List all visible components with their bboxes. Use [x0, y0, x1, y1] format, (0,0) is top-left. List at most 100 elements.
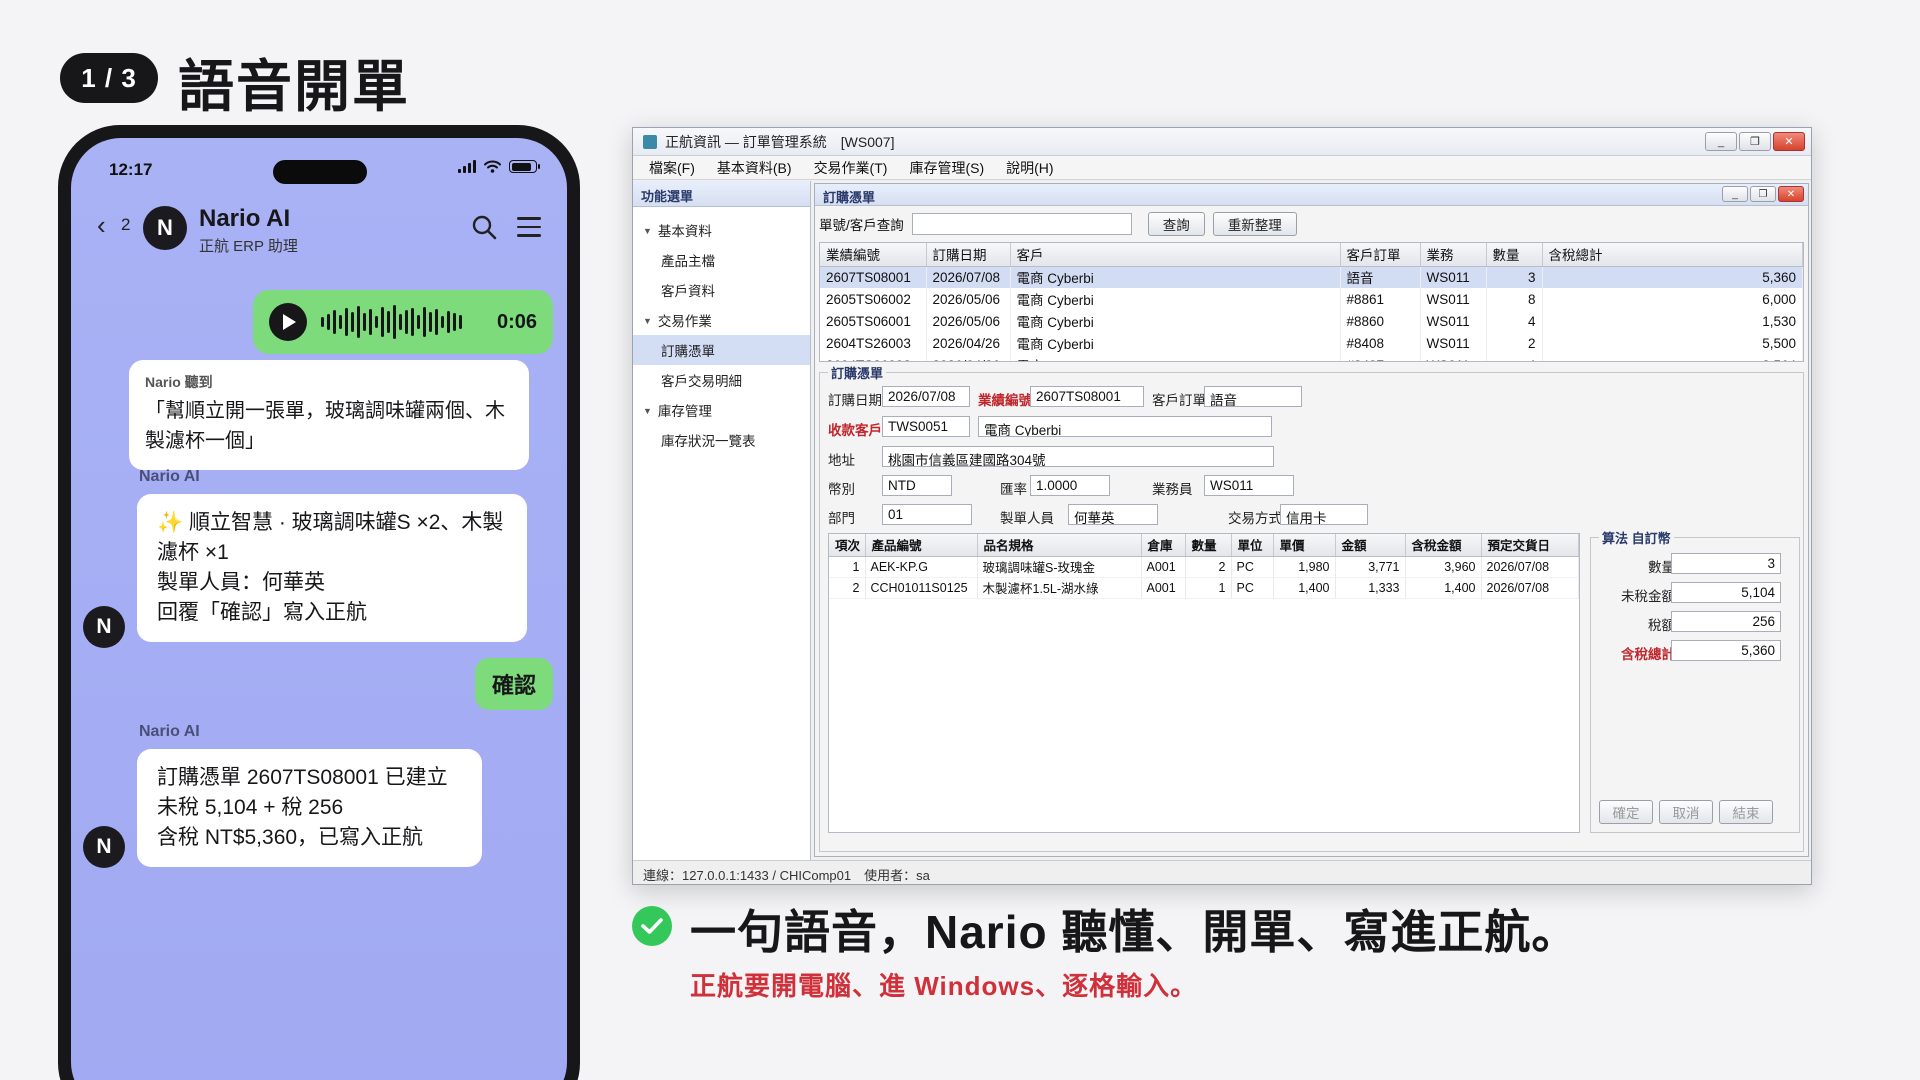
billing-cust-name-field[interactable]: 電商 Cyberbi: [978, 416, 1272, 437]
calc-total-field[interactable]: 5,360: [1671, 640, 1781, 661]
calc-net-field[interactable]: 5,104: [1671, 582, 1781, 603]
calc-total-label: 含稅總計: [1621, 647, 1675, 662]
table-row[interactable]: 2 CCH01011S0125 木製濾杯1.5L-湖水綠 A001 1 PC 1,400 1,…: [829, 577, 1579, 599]
tree-item-order[interactable]: 訂購憑單: [633, 335, 810, 365]
close-icon[interactable]: ✕: [1778, 186, 1804, 202]
menu-icon[interactable]: [517, 217, 541, 243]
cell: #8860: [1340, 310, 1421, 332]
play-icon[interactable]: [269, 303, 307, 341]
billing-cust-code-field[interactable]: TWS0051: [882, 416, 970, 437]
col-customer[interactable]: 客戶: [1010, 243, 1341, 267]
cust-order-field[interactable]: 語音: [1204, 386, 1302, 407]
col-amount-tax[interactable]: 含稅金額: [1405, 534, 1482, 557]
cell: 3: [1486, 266, 1543, 288]
tree-item-product[interactable]: 產品主檔: [633, 245, 810, 275]
col-seq[interactable]: 項次: [829, 534, 866, 557]
voice-message[interactable]: 0:06: [253, 290, 553, 354]
currency-field[interactable]: NTD: [882, 475, 952, 496]
table-row[interactable]: 1 AEK-KP.G 玻璃調味罐S-玫瑰金 A001 2 PC 1,980 3,771 3,96…: [829, 556, 1579, 578]
menu-basic-data[interactable]: 基本資料(B): [717, 158, 792, 178]
cell: 2: [1486, 332, 1543, 354]
cell: 1: [829, 556, 866, 578]
cell: 2,564: [1542, 354, 1803, 361]
unread-count[interactable]: 2: [121, 215, 130, 235]
col-perf-no[interactable]: 業績編號: [820, 243, 927, 267]
cell: 2604TS26002: [820, 354, 927, 361]
tree-group-trade[interactable]: 交易作業: [633, 305, 810, 335]
back-chevron-icon[interactable]: ‹: [97, 210, 106, 241]
col-product-name[interactable]: 品名規格: [977, 534, 1142, 557]
table-row[interactable]: 2605TS06002 2026/05/06 電商 Cyberbi #8861 WS01…: [820, 288, 1803, 310]
col-sales[interactable]: 業務: [1420, 243, 1487, 267]
table-row[interactable]: 2604TS260022026/04/26電商 Cyberbi#8407WS01…: [820, 354, 1803, 361]
col-delivery-date[interactable]: 預定交貨日: [1481, 534, 1579, 557]
ok-button[interactable]: 確定: [1599, 800, 1653, 824]
address-field[interactable]: 桃園市信義區建國路304號: [882, 446, 1274, 467]
table-row[interactable]: 2604TS26003 2026/04/26 電商 Cyberbi #8408 WS01…: [820, 332, 1803, 354]
perf-no-field[interactable]: 2607TS08001: [1030, 386, 1144, 407]
cancel-button[interactable]: 取消: [1659, 800, 1713, 824]
maximize-icon[interactable]: ❐: [1739, 132, 1771, 151]
cell: 4: [1486, 310, 1543, 332]
pay-field[interactable]: 信用卡: [1280, 504, 1368, 525]
menu-help[interactable]: 說明(H): [1006, 158, 1053, 178]
cell: 2026/07/08: [1481, 556, 1579, 578]
col-price[interactable]: 單價: [1273, 534, 1336, 557]
chat-avatar[interactable]: N: [143, 206, 187, 250]
maker-label: 製單人員: [1000, 511, 1054, 526]
close-button[interactable]: 結束: [1719, 800, 1773, 824]
col-warehouse[interactable]: 倉庫: [1141, 534, 1186, 557]
table-row[interactable]: 2605TS06001 2026/05/06 電商 Cyberbi #8860 WS01…: [820, 310, 1803, 332]
cell: A001: [1141, 577, 1186, 599]
tree-item-trade-detail[interactable]: 客戶交易明細: [633, 365, 810, 395]
voice-duration: 0:06: [496, 310, 537, 333]
col-qty[interactable]: 數量: [1486, 243, 1543, 267]
menu-trade[interactable]: 交易作業(T): [814, 158, 888, 178]
minimize-icon[interactable]: _: [1705, 132, 1737, 151]
order-date-field[interactable]: 2026/07/08: [882, 386, 970, 407]
query-button[interactable]: 查詢: [1147, 212, 1205, 236]
cell: 2604TS26003: [820, 332, 927, 354]
status-time: 12:17: [109, 160, 153, 179]
col-qty[interactable]: 數量: [1185, 534, 1232, 557]
calc-qty-field[interactable]: 3: [1671, 553, 1781, 574]
window-title: 正航資訊 — 訂單管理系統 [WS007]: [665, 133, 895, 150]
status-icons: [458, 160, 540, 173]
menu-stock[interactable]: 庫存管理(S): [909, 158, 984, 178]
search-input[interactable]: [911, 213, 1132, 235]
menu-file[interactable]: 檔案(F): [649, 158, 695, 178]
tree-item-stock-list[interactable]: 庫存狀況一覽表: [633, 425, 810, 455]
sales-field[interactable]: WS011: [1204, 475, 1294, 496]
tree-group-basic[interactable]: 基本資料: [633, 215, 810, 245]
dept-label: 部門: [828, 511, 855, 526]
calc-tax-field[interactable]: 256: [1671, 611, 1781, 632]
maximize-icon[interactable]: ❐: [1750, 186, 1776, 202]
col-order-date[interactable]: 訂購日期: [926, 243, 1011, 267]
col-unit[interactable]: 單位: [1231, 534, 1274, 557]
refresh-button[interactable]: 重新整理: [1212, 212, 1297, 236]
dept-field[interactable]: 01: [882, 504, 972, 525]
step-badge: 1 / 3: [60, 53, 158, 103]
close-icon[interactable]: ✕: [1773, 132, 1805, 151]
maker-field[interactable]: 何華英: [1068, 504, 1158, 525]
rate-field[interactable]: 1.0000: [1030, 475, 1110, 496]
cell: 2605TS06002: [820, 288, 927, 310]
cell: 1: [1185, 577, 1232, 599]
ai-avatar: N: [83, 826, 125, 868]
tree-group-stock[interactable]: 庫存管理: [633, 395, 810, 425]
cell: 2026/04/26: [926, 354, 1011, 361]
cell: #8407: [1340, 354, 1421, 361]
cell: 電商 Cyberbi: [1010, 310, 1341, 332]
cell: PC: [1231, 556, 1274, 578]
tree-item-customer[interactable]: 客戶資料: [633, 275, 810, 305]
col-product-no[interactable]: 產品編號: [865, 534, 978, 557]
cell: 2026/07/08: [1481, 577, 1579, 599]
col-amount[interactable]: 金額: [1335, 534, 1406, 557]
cell: 8: [1486, 288, 1543, 310]
minimize-icon[interactable]: _: [1722, 186, 1748, 202]
col-cust-order[interactable]: 客戶訂單: [1340, 243, 1421, 267]
search-icon[interactable]: [471, 214, 497, 240]
col-total[interactable]: 含稅總計: [1542, 243, 1803, 267]
table-row[interactable]: 2607TS08001 2026/07/08 電商 Cyberbi 語音 WS011 3 5…: [820, 266, 1803, 288]
cell: WS011: [1420, 354, 1487, 361]
